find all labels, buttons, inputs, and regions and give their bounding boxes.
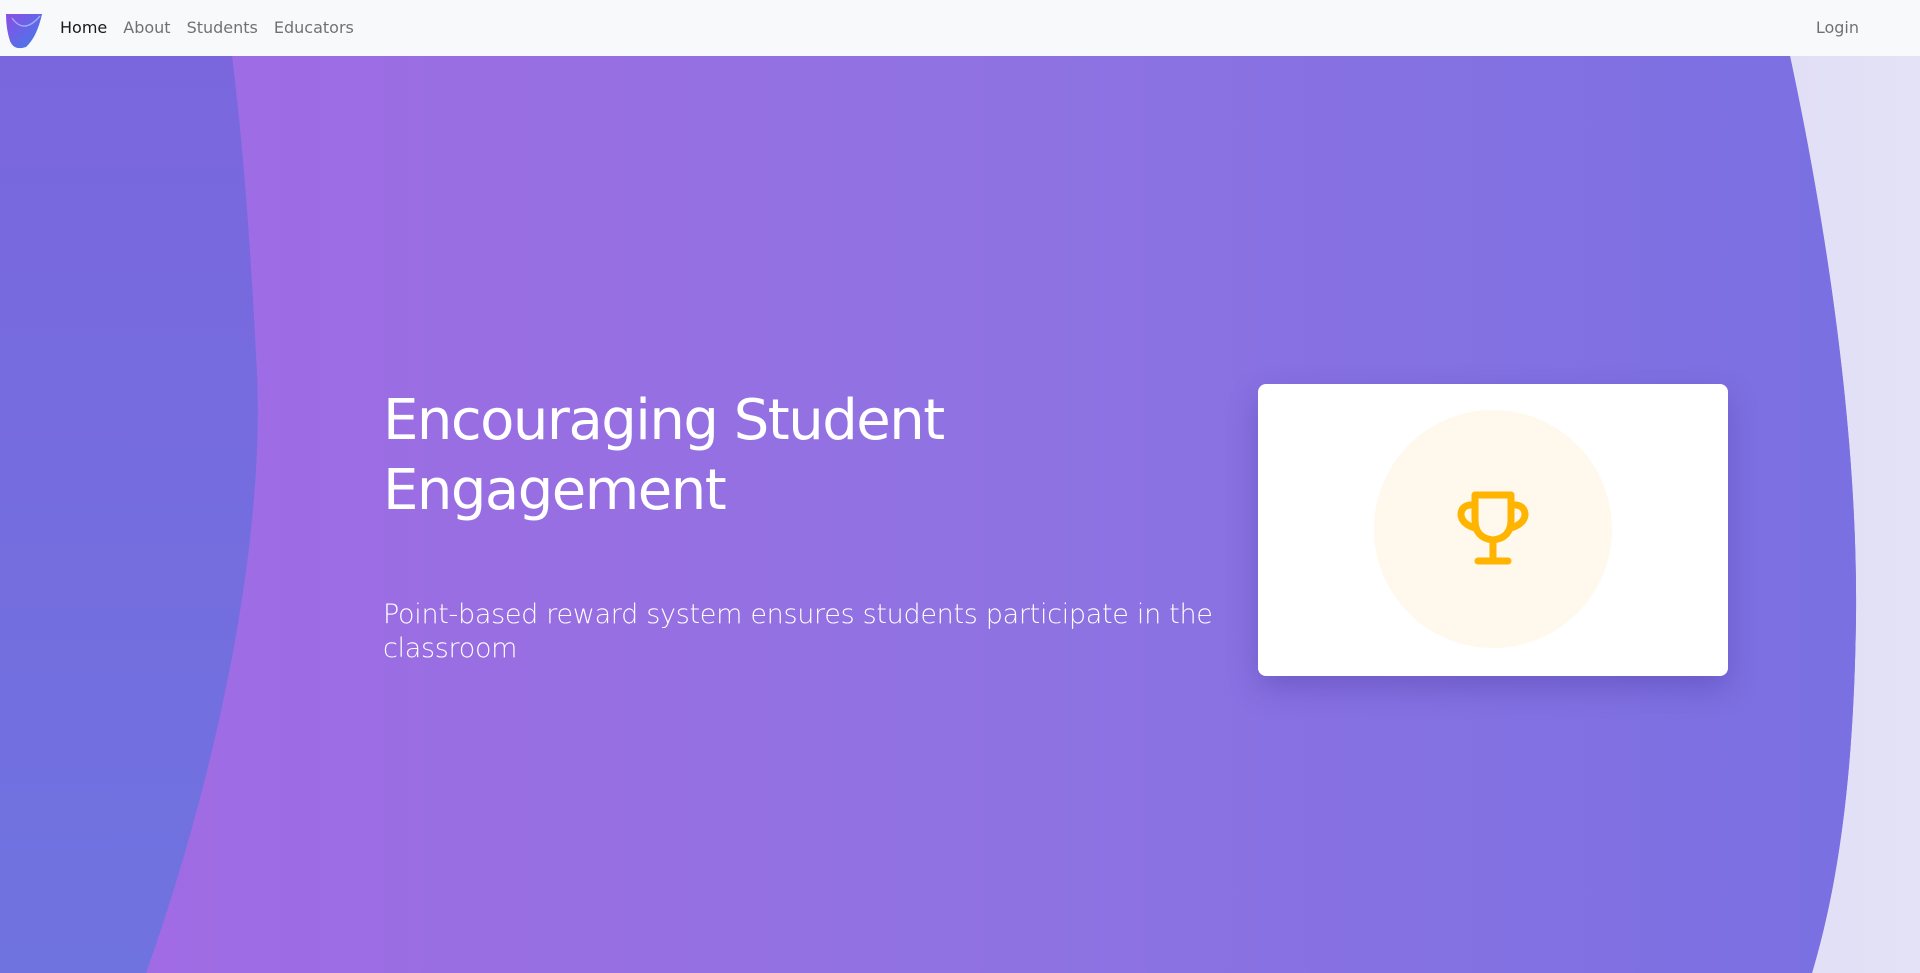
hero-title: Encouraging Student Engagement (383, 388, 945, 523)
brand-logo-icon[interactable] (4, 7, 44, 49)
top-navbar: Home About Students Educators Login (0, 0, 1920, 56)
nav-item-about[interactable]: About (115, 0, 178, 56)
trophy-icon (1456, 490, 1530, 566)
nav-links: Home About Students Educators (52, 0, 362, 56)
nav-item-students[interactable]: Students (179, 0, 266, 56)
nav-item-educators[interactable]: Educators (266, 0, 362, 56)
nav-item-home[interactable]: Home (52, 0, 115, 56)
icon-circle (1374, 410, 1612, 648)
feature-card (1258, 384, 1728, 676)
login-link[interactable]: Login (1808, 0, 1867, 56)
hero-section: Encouraging Student Engagement Point-bas… (0, 56, 1920, 973)
hero-subtitle: Point-based reward system ensures studen… (383, 599, 1213, 664)
